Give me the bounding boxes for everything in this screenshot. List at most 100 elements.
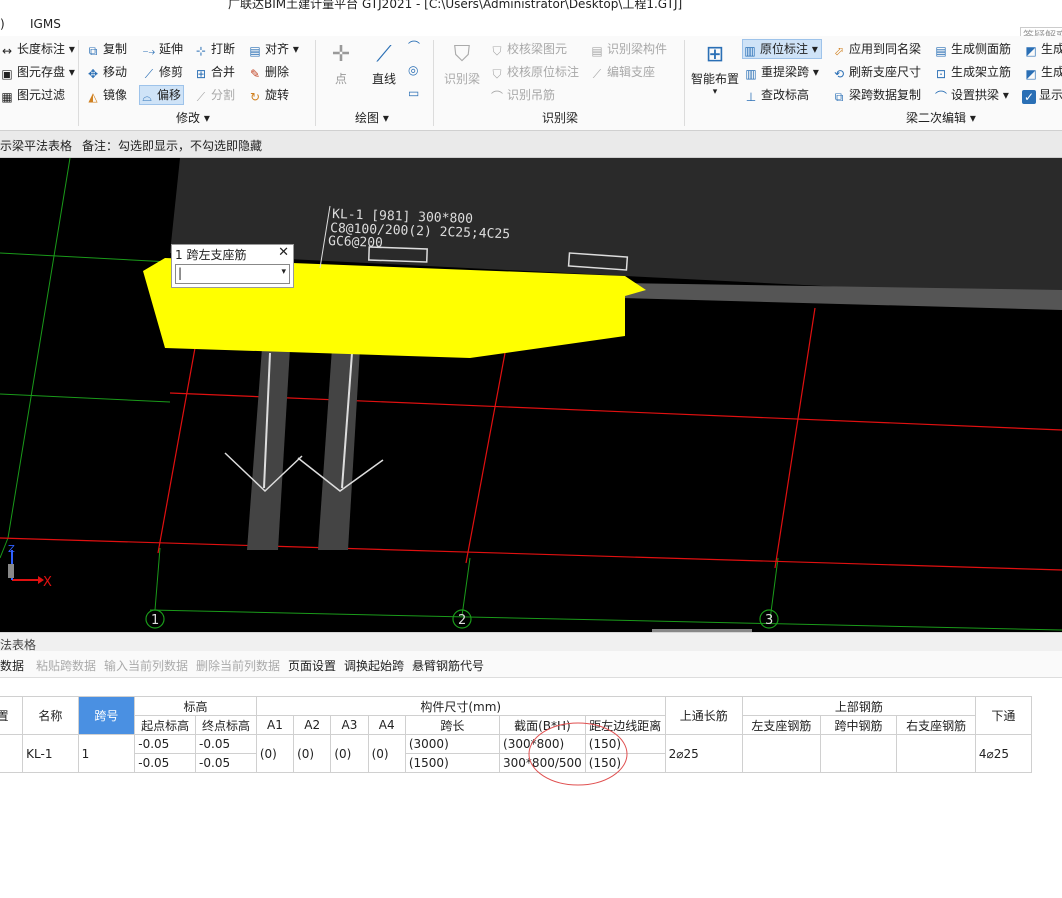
- cell-name[interactable]: KL-1: [22, 734, 79, 773]
- cell-a2[interactable]: (0): [293, 734, 332, 773]
- gizmo-base: [8, 564, 14, 578]
- point-button[interactable]: ✛ 点: [326, 40, 356, 87]
- tool-input-column[interactable]: 输入当前列数据: [104, 657, 188, 674]
- rectangle-icon[interactable]: ▭: [408, 84, 419, 102]
- chevron-down-icon[interactable]: ▾: [281, 267, 286, 277]
- tool-copy-span[interactable]: 数据: [0, 657, 24, 674]
- cell-pos[interactable]: ;50...: [0, 734, 24, 773]
- check-elevation-button[interactable]: ⊥ 查改标高: [744, 86, 809, 104]
- point-icon: ✛: [331, 42, 351, 67]
- arc-icon[interactable]: ⌒: [408, 38, 420, 56]
- cell-left-support[interactable]: [741, 734, 821, 773]
- col-header-right-support: 右支座钢筋: [896, 715, 976, 735]
- cell-span-length[interactable]: (1500): [404, 753, 501, 773]
- move-button[interactable]: ✥ 移动: [86, 63, 127, 81]
- apply-same-button[interactable]: ⬀ 应用到同名梁: [832, 40, 921, 58]
- check-beam-button[interactable]: ⛉ 校核梁图元: [490, 40, 567, 58]
- col-header-span[interactable]: 跨号: [77, 696, 136, 735]
- ribbon-toolbar: ↔ 长度标注 ▾ ▣ 图元存盘 ▾ ▦ 图元过滤 ⧉ 复制 ⤍ 延伸 ⊹ 打断 ▤ 对齐 ▾ …: [0, 36, 1062, 131]
- cell-bottom-through[interactable]: 4⌀25: [974, 734, 1033, 773]
- tool-cantilever-code[interactable]: 悬臂钢筋代号: [412, 657, 484, 674]
- length-mark-button[interactable]: ↔ 长度标注 ▾: [0, 40, 75, 58]
- identify-beam-button[interactable]: ⛉ 识别梁: [442, 40, 482, 87]
- grid-line: [0, 393, 171, 403]
- merge-button[interactable]: ⊞ 合并: [194, 63, 235, 81]
- cell-a3[interactable]: (0): [330, 734, 369, 773]
- gen-icon: ◩: [1025, 67, 1037, 81]
- close-icon[interactable]: ✕: [278, 245, 289, 260]
- origin-mark-button[interactable]: ▥ 原位标注 ▾: [742, 39, 822, 59]
- smart-layout-button[interactable]: ⊞ 智能布置 ▾: [690, 40, 740, 97]
- rotate-button[interactable]: ↻ 旋转: [248, 86, 289, 104]
- trim-button[interactable]: ⟋ 修剪: [142, 63, 183, 81]
- extend-button[interactable]: ⤍ 延伸: [142, 40, 183, 58]
- gen-button-2[interactable]: ◩ 生成: [1024, 63, 1062, 81]
- col-header-a2: A2: [293, 715, 332, 735]
- show-table-label[interactable]: 示梁平法表格: [0, 137, 72, 154]
- check-origin-button[interactable]: ⛉ 校核原位标注: [490, 63, 579, 81]
- col-header-left-support: 左支座钢筋: [741, 715, 821, 735]
- cell-elev-start[interactable]: -0.05: [134, 734, 197, 754]
- menu-item-igms[interactable]: IGMS: [30, 17, 61, 31]
- edit-support-button[interactable]: ⟋ 编辑支座: [590, 63, 655, 81]
- cell-mid-span[interactable]: [819, 734, 898, 773]
- offset-button[interactable]: ⌓ 偏移: [139, 85, 185, 105]
- grid-line: [461, 557, 471, 617]
- copy-button[interactable]: ⧉ 复制: [86, 40, 127, 58]
- align-icon: ▤: [249, 44, 261, 58]
- save-element-button[interactable]: ▣ 图元存盘 ▾: [0, 63, 75, 81]
- panel-header: 法表格: [0, 632, 1062, 652]
- mirror-button[interactable]: ◭ 镜像: [86, 86, 127, 104]
- align-button[interactable]: ▤ 对齐 ▾: [248, 40, 299, 58]
- grid-line-red: [169, 392, 1062, 431]
- beam-table: 位置 名称 跨号 标高 构件尺寸(mm) 上通长筋 上部钢筋 下通 起点标高 终…: [0, 696, 1033, 773]
- elevation-icon: ⊥: [745, 90, 757, 104]
- circle-icon[interactable]: ◎: [408, 61, 418, 79]
- check-icon: ⛉: [492, 44, 502, 58]
- show-checkbox[interactable]: ✓ 显示: [1022, 86, 1062, 104]
- arch-icon: ⌒: [934, 90, 947, 104]
- cell-a4[interactable]: (0): [367, 734, 406, 773]
- tool-page-setup[interactable]: 页面设置: [288, 657, 336, 674]
- cell-elev-end[interactable]: -0.05: [195, 734, 257, 754]
- line-button[interactable]: ⟋ 直线: [366, 40, 402, 87]
- split-button[interactable]: ⟋ 分割: [194, 86, 235, 104]
- support-rebar-input[interactable]: | ▾: [175, 264, 290, 284]
- set-arch-beam-button[interactable]: ⌒ 设置拱梁 ▾: [934, 86, 1009, 104]
- grid-line-red: [774, 307, 816, 569]
- grid-layout-icon: ⊞: [705, 42, 725, 67]
- z-axis-label: Z: [8, 544, 15, 555]
- filter-element-button[interactable]: ▦ 图元过滤: [0, 86, 65, 104]
- cell-top-through[interactable]: 2⌀25: [664, 734, 743, 773]
- draw-group-label: 绘图 ▾: [355, 111, 389, 125]
- apply-icon: ⬀: [833, 44, 845, 58]
- grid-line: [0, 537, 9, 559]
- copy-span-data-button[interactable]: ⧉ 梁跨数据复制: [832, 86, 921, 104]
- delete-button[interactable]: ✎ 删除: [248, 63, 289, 81]
- cad-drawing[interactable]: KL-1 [981] 300*800 C8@100/200(2) 2C25;4C…: [0, 158, 1062, 632]
- tool-swap-start-span[interactable]: 调换起始跨: [344, 657, 404, 674]
- drawing-canvas[interactable]: KL-1 [981] 300*800 C8@100/200(2) 2C25;4C…: [0, 158, 1062, 632]
- refresh-support-button[interactable]: ⟲ 刷新支座尺寸: [832, 63, 921, 81]
- break-button[interactable]: ⊹ 打断: [194, 40, 235, 58]
- x-axis-label: X: [43, 575, 52, 590]
- identify-stirrup-button[interactable]: ⌒ 识别吊筋: [490, 86, 555, 104]
- cell-span-length[interactable]: (3000): [404, 734, 501, 754]
- cell-span[interactable]: 1: [77, 734, 136, 773]
- mirror-icon: ◭: [88, 90, 98, 104]
- gen-frame-bar-button[interactable]: ⊡ 生成架立筋: [934, 63, 1011, 81]
- cell-elev-start[interactable]: -0.05: [134, 753, 197, 773]
- filter-icon: ▦: [1, 90, 13, 104]
- menu-item-paren[interactable]: ): [0, 17, 5, 31]
- reextract-span-button[interactable]: ▥ 重提梁跨 ▾: [744, 63, 819, 81]
- grid-line: [7, 158, 71, 539]
- divider: [433, 40, 434, 126]
- tool-delete-column[interactable]: 删除当前列数据: [196, 657, 280, 674]
- tool-paste-span[interactable]: 粘贴跨数据: [36, 657, 96, 674]
- cell-right-support[interactable]: [896, 734, 976, 773]
- cell-a1[interactable]: (0): [255, 734, 295, 773]
- identify-member-button[interactable]: ▤ 识别梁构件: [590, 40, 667, 58]
- cell-elev-end[interactable]: -0.05: [195, 753, 257, 773]
- gen-button-1[interactable]: ◩ 生成: [1024, 40, 1062, 58]
- gen-side-rebar-button[interactable]: ▤ 生成侧面筋: [934, 40, 1011, 58]
